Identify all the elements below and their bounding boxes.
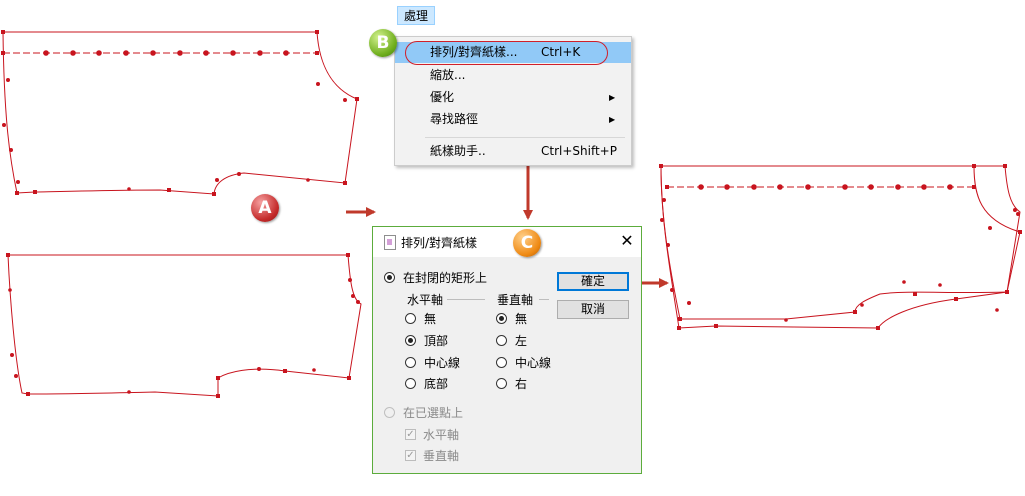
radio-h-none-label: 無 [424, 312, 437, 326]
step-badge-a: A [251, 194, 279, 222]
menu-item-pattern-assistant[interactable]: 紙樣助手.. Ctrl+Shift+P [395, 141, 631, 162]
horizontal-group-label: 水平軸 [407, 293, 444, 307]
step-badge-c: C [513, 229, 541, 257]
menu-item-label: 縮放... [430, 68, 466, 82]
pattern-piece-top-left [1, 30, 359, 196]
radio-v-left[interactable] [496, 335, 507, 346]
menu-separator [425, 137, 625, 138]
check-vertical-label: 垂直軸 [423, 449, 460, 463]
ok-button[interactable]: 確定 [557, 272, 629, 291]
arrange-align-dialog: 排列/對齊紙樣 ✕ 在封閉的矩形上 水平軸 垂直軸 無 頂部 中心線 底部 無 … [372, 226, 642, 474]
radio-selected-points[interactable] [384, 407, 395, 418]
radio-h-top-label: 頂部 [424, 334, 449, 348]
radio-v-right[interactable] [496, 378, 507, 389]
pattern-aligned-result [659, 164, 1022, 330]
menu-item-optimize[interactable]: 優化 ▶ [395, 87, 631, 108]
check-vertical[interactable]: ✓ [405, 450, 416, 461]
menu-item-scale[interactable]: 縮放... [395, 65, 631, 86]
dialog-titlebar[interactable]: 排列/對齊紙樣 ✕ [373, 227, 641, 257]
menu-item-label: 尋找路徑 [430, 112, 479, 126]
radio-h-none[interactable] [405, 313, 416, 324]
submenu-arrow-icon: ▶ [609, 93, 616, 102]
option-closed-rect-label: 在封閉的矩形上 [403, 271, 488, 285]
menu-bar-process[interactable]: 處理 [397, 6, 435, 25]
close-icon[interactable]: ✕ [617, 230, 637, 252]
radio-v-none-label: 無 [515, 312, 528, 326]
menu-item-label: 優化 [430, 90, 455, 104]
radio-h-bottom[interactable] [405, 378, 416, 389]
dialog-title: 排列/對齊紙樣 [401, 236, 478, 250]
pattern-piece-bottom-left [6, 253, 362, 398]
radio-v-left-label: 左 [515, 334, 528, 348]
submenu-arrow-icon: ▶ [609, 115, 616, 124]
check-horizontal-label: 水平軸 [423, 428, 460, 442]
radio-h-center-label: 中心線 [424, 356, 461, 370]
option-selected-points-label: 在已選點上 [403, 406, 464, 420]
step-badge-b: B [369, 29, 397, 57]
radio-v-center-label: 中心線 [515, 356, 552, 370]
radio-h-top[interactable] [405, 335, 416, 346]
cancel-button[interactable]: 取消 [557, 300, 629, 319]
radio-closed-rect[interactable] [384, 272, 395, 283]
check-horizontal[interactable]: ✓ [405, 429, 416, 440]
document-icon [384, 235, 396, 250]
highlight-oval [405, 41, 608, 65]
radio-v-center[interactable] [496, 357, 507, 368]
menu-item-find-path[interactable]: 尋找路徑 ▶ [395, 109, 631, 130]
group-divider [447, 299, 485, 300]
radio-h-center[interactable] [405, 357, 416, 368]
menu-item-label: 紙樣助手.. [430, 144, 486, 158]
radio-h-bottom-label: 底部 [424, 377, 449, 391]
group-divider [539, 299, 549, 300]
radio-v-none[interactable] [496, 313, 507, 324]
menu-item-shortcut: Ctrl+Shift+P [541, 144, 617, 158]
vertical-group-label: 垂直軸 [497, 293, 534, 307]
radio-v-right-label: 右 [515, 377, 528, 391]
